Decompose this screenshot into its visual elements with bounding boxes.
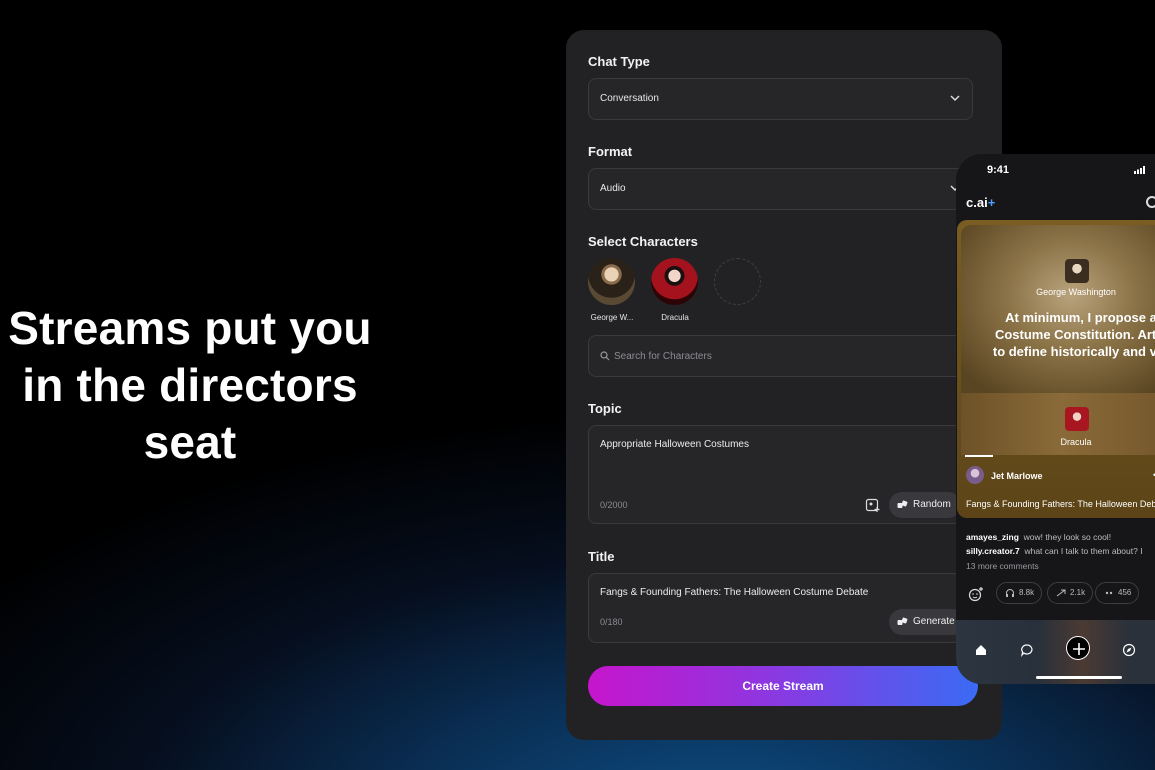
stream-quote: At minimum, I propose a Costume Constitu…: [992, 310, 1155, 359]
chat-type-select[interactable]: Conversation: [588, 78, 973, 120]
profile-icon[interactable]: [1146, 196, 1155, 208]
playback-progress: [965, 455, 993, 457]
add-reaction-icon[interactable]: [968, 586, 984, 602]
speaker-avatar: [1065, 407, 1089, 431]
search-placeholder: Search for Characters: [614, 351, 712, 362]
title-label: Title: [588, 549, 615, 564]
character-george-washington[interactable]: George W...: [588, 258, 636, 322]
topic-char-count: 0/2000: [600, 500, 628, 510]
topic-value: Appropriate Halloween Costumes: [600, 439, 749, 450]
chevron-down-icon: [950, 95, 960, 102]
character-list: George W... Dracula: [588, 258, 788, 324]
signal-icon: [1134, 166, 1145, 174]
compass-icon[interactable]: [1122, 643, 1136, 657]
format-select[interactable]: Audio: [588, 168, 973, 210]
home-icon[interactable]: [974, 643, 988, 657]
home-indicator: [1036, 676, 1122, 679]
add-image-icon[interactable]: [865, 497, 881, 513]
character-name: Dracula: [661, 313, 689, 322]
search-icon: [600, 351, 610, 361]
speaker-avatar: [1065, 259, 1089, 283]
format-label: Format: [588, 144, 633, 159]
topic-textarea[interactable]: Appropriate Halloween Costumes 0/2000 Ra…: [588, 425, 973, 524]
random-label: Random: [913, 499, 951, 510]
empty-avatar-slot: [714, 258, 761, 305]
share-count-button[interactable]: 2.1k: [1047, 582, 1094, 604]
stream-artwork: George Washington At minimum, I propose …: [961, 225, 1155, 455]
select-characters-label: Select Characters: [588, 234, 698, 249]
comment: silly.creator.7 what can I talk to them …: [966, 546, 1143, 556]
create-stream-form: Chat Type Conversation Format Audio Sele…: [566, 30, 1002, 740]
creator-name[interactable]: Jet Marlowe: [991, 471, 1043, 481]
app-logo[interactable]: c.ai+: [966, 195, 995, 210]
hero-heading: Streams put you in the directors seat: [0, 300, 380, 471]
character-name: George W...: [590, 313, 634, 322]
stream-card[interactable]: George Washington At minimum, I propose …: [957, 220, 1155, 518]
comment: amayes_zing wow! they look so cool!: [966, 532, 1112, 542]
chat-icon[interactable]: [1020, 643, 1034, 657]
hero-line: seat: [143, 416, 237, 468]
comment-count-button[interactable]: 456: [1095, 582, 1140, 604]
hero-line: in the directors: [22, 359, 358, 411]
speaker-name-bottom: Dracula: [1060, 437, 1092, 447]
title-value: Fangs & Founding Fathers: The Halloween …: [600, 587, 869, 598]
dice-icon: [897, 500, 908, 508]
trend-icon: [1056, 589, 1066, 597]
dots-icon: [1105, 591, 1113, 595]
format-value: Audio: [600, 183, 626, 194]
speaker-name-top: George Washington: [1036, 287, 1116, 297]
listen-count-button[interactable]: 8.8k: [996, 582, 1043, 604]
generate-title-button[interactable]: Generate: [889, 609, 965, 635]
avatar: [588, 258, 635, 305]
create-stream-button[interactable]: Create Stream: [588, 666, 978, 706]
creator-avatar[interactable]: [966, 466, 984, 484]
dice-icon: [897, 617, 908, 625]
stream-title: Fangs & Founding Fathers: The Halloween …: [966, 499, 1155, 509]
phone-preview: 9:41 c.ai+ George Washington At minimum,…: [956, 154, 1155, 684]
hero-line: Streams put you: [8, 302, 372, 354]
add-character-slot[interactable]: [714, 258, 762, 305]
character-search-input[interactable]: Search for Characters: [588, 335, 973, 377]
plus-icon: [1073, 643, 1085, 655]
status-time: 9:41: [987, 164, 1010, 176]
character-dracula[interactable]: Dracula: [651, 258, 699, 322]
avatar: [651, 258, 698, 305]
generate-label: Generate: [913, 616, 955, 627]
chat-type-value: Conversation: [600, 93, 659, 104]
random-topic-button[interactable]: Random: [889, 492, 961, 518]
headphones-icon: [1006, 589, 1014, 597]
create-button[interactable]: [1066, 636, 1090, 660]
chat-type-label: Chat Type: [588, 54, 650, 69]
bottom-nav: [956, 620, 1155, 684]
title-input[interactable]: Fangs & Founding Fathers: The Halloween …: [588, 573, 973, 643]
topic-label: Topic: [588, 401, 622, 416]
more-comments-link[interactable]: 13 more comments: [966, 561, 1039, 571]
title-char-count: 0/180: [600, 617, 623, 627]
